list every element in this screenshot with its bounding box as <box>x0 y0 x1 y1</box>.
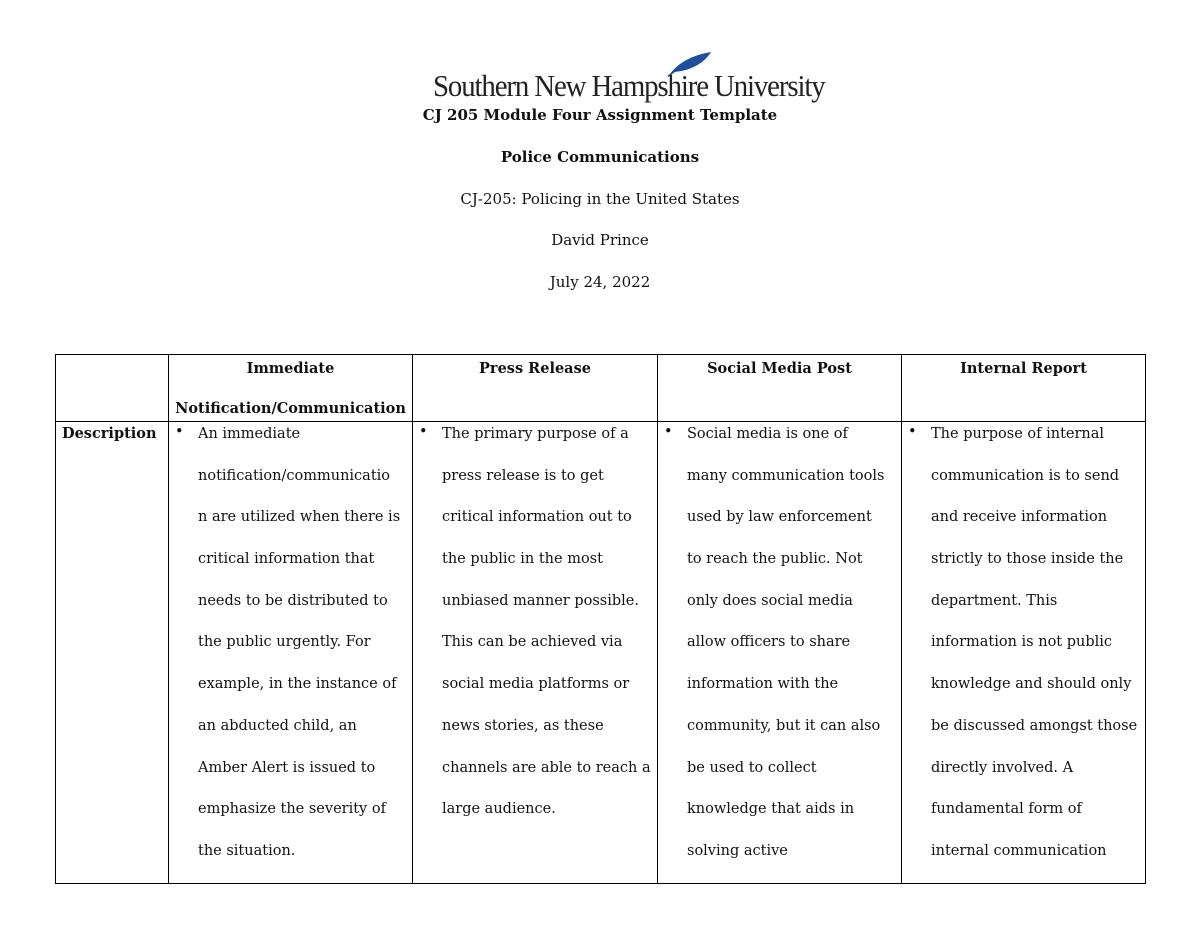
cell-text-line: needs to be distributed to <box>198 592 388 609</box>
cell-text-line: The primary purpose of a <box>442 426 629 442</box>
cell-text-line: information with the <box>687 676 839 693</box>
cell-text-line: The purpose of internal <box>931 426 1105 442</box>
cell-text-line: only does social media <box>687 592 853 609</box>
table-cell: • The primary purpose of a press release i… <box>412 421 658 884</box>
cell-text-line: knowledge that aids in <box>687 801 855 818</box>
table-cell: • An immediate notification/communicatio n … <box>168 421 413 884</box>
cell-text-line: internal communication <box>931 842 1107 859</box>
cell-text-line: Amber Alert is issued to <box>198 759 376 776</box>
cell-text-line: press release is to get <box>442 467 604 484</box>
cell-text-line: solving active <box>687 842 788 859</box>
cell-text-line: and receive information <box>931 509 1108 526</box>
cell-text-line: critical information out to <box>442 509 632 526</box>
template-title: CJ 205 Module Four Assignment Template <box>422 106 778 124</box>
cell-text-line: An immediate <box>198 426 301 442</box>
cell-text-line: notification/communicatio <box>198 467 391 484</box>
table-header-row: Immediate Notification/Communication Pres… <box>55 354 1146 422</box>
document-page: Southern New Hampshire University CJ 205… <box>0 0 1200 927</box>
column-header: Internal Report <box>901 354 1146 422</box>
cell-text-line: news stories, as these <box>442 717 604 734</box>
document-title: Police Communications <box>500 148 700 166</box>
column-header: Immediate Notification/Communication <box>168 354 413 422</box>
cell-text-line: department. This <box>931 592 1058 609</box>
cell-text-line: communication is to send <box>931 467 1120 484</box>
row-label: Description <box>55 421 169 884</box>
author-name: David Prince <box>551 231 649 249</box>
bullet-icon: • <box>419 424 428 440</box>
cell-text-line: social media platforms or <box>442 676 630 693</box>
cell-text-line: fundamental form of <box>931 801 1082 818</box>
table-row: Description • An immediate notification/co… <box>55 421 1146 884</box>
cell-text-line: Social media is one of <box>687 426 848 442</box>
bullet-icon: • <box>175 424 184 440</box>
cell-text-line: example, in the instance of <box>198 676 397 693</box>
cell-text-line: channels are able to reach a <box>442 759 651 776</box>
cell-text-line: strictly to those inside the <box>931 551 1124 568</box>
cell-text-line: directly involved. A <box>931 759 1074 776</box>
document-date: July 24, 2022 <box>549 273 651 291</box>
cell-text-line: be discussed amongst those <box>931 717 1138 734</box>
cell-text-line: be used to collect <box>687 759 817 776</box>
cell-text-line: the public urgently. For <box>198 634 371 651</box>
cell-text-line: knowledge and should only <box>931 676 1132 693</box>
communications-table: Immediate Notification/Communication Pres… <box>55 354 1146 884</box>
cell-text-line: the situation. <box>198 842 296 859</box>
cell-text-line: an abducted child, an <box>198 717 357 734</box>
cell-text-line: n are utilized when there is <box>198 509 401 526</box>
table-cell: • Social media is one of many communicatio… <box>657 421 902 884</box>
table-cell: • The purpose of internal communication is… <box>901 421 1146 884</box>
cell-text-line: unbiased manner possible. <box>442 592 639 609</box>
cell-text-line: This can be achieved via <box>442 634 623 651</box>
cell-text-line: the public in the most <box>442 551 603 568</box>
header-empty-cell <box>55 354 169 422</box>
cell-text-line: large audience. <box>442 801 556 818</box>
column-header: Social Media Post <box>657 354 902 422</box>
column-header: Press Release <box>412 354 658 422</box>
cell-text-line: used by law enforcement <box>687 509 872 526</box>
cell-text-line: many communication tools <box>687 467 885 484</box>
bullet-icon: • <box>664 424 673 440</box>
cell-text-line: information is not public <box>931 634 1113 651</box>
cell-text-line: to reach the public. Not <box>687 551 863 568</box>
logo-text: Southern New Hampshire University <box>433 68 826 103</box>
cell-text-line: critical information that <box>198 551 375 568</box>
bullet-icon: • <box>908 424 917 440</box>
cell-text-line: allow officers to share <box>687 634 851 651</box>
cell-text-line: emphasize the severity of <box>198 801 386 818</box>
course-name: CJ-205: Policing in the United States <box>460 190 740 208</box>
cell-text-line: community, but it can also <box>687 717 881 734</box>
university-logo: Southern New Hampshire University <box>433 50 826 105</box>
